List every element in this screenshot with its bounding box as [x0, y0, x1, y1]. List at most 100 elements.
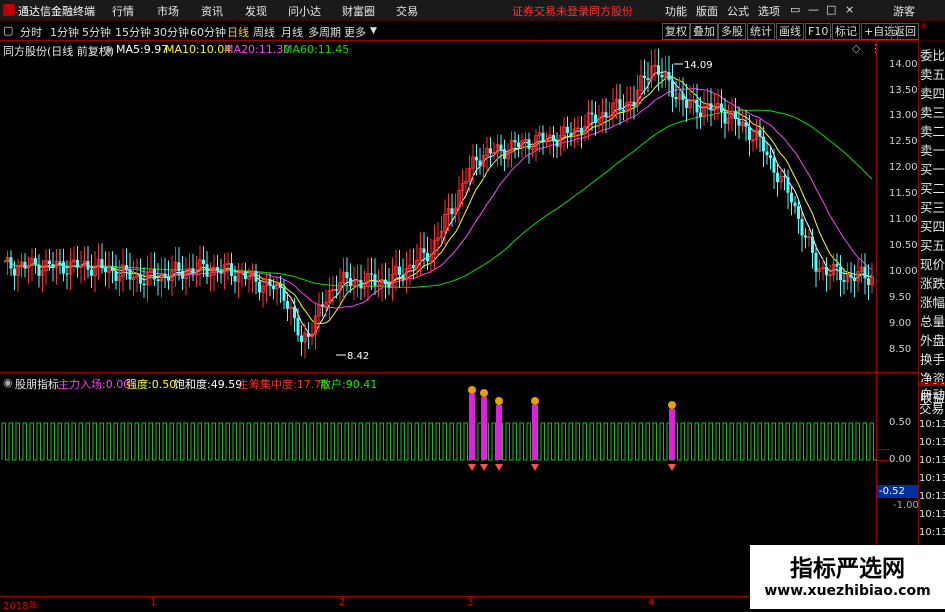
- candle-body: [230, 263, 233, 276]
- candle-body: [513, 140, 517, 143]
- candle-body: [65, 273, 69, 275]
- candle-body: [646, 78, 650, 80]
- trade-time: 10:13: [919, 491, 945, 502]
- signal-bar: [669, 409, 675, 460]
- candle-body: [489, 148, 492, 154]
- candle-body: [797, 206, 800, 219]
- signal-bar: [469, 394, 475, 460]
- candle-body: [657, 65, 660, 75]
- quote-label-buy4: 买四: [920, 219, 945, 234]
- y-tick: 12.00: [889, 162, 918, 173]
- ind-y-tick: 0.50: [889, 417, 912, 428]
- candle-body: [307, 333, 310, 337]
- signal-bar: [532, 405, 538, 460]
- money-bag-icon: [468, 386, 476, 394]
- candle-body: [800, 218, 804, 236]
- low-price-label: 8.42: [347, 351, 369, 362]
- trade-time: 10:13: [919, 437, 945, 448]
- quote-label-sell2: 卖二: [920, 124, 945, 139]
- candle-body: [142, 283, 146, 286]
- candle-body: [282, 287, 286, 301]
- candle-body: [475, 156, 478, 161]
- candle-body: [254, 271, 258, 282]
- ma-line: [3, 75, 873, 325]
- candle-body: [370, 273, 373, 275]
- candle-body: [398, 266, 401, 275]
- candle-body: [412, 265, 415, 269]
- auto-trade-label-2[interactable]: 交易: [919, 398, 944, 417]
- quote-label-change: 涨跌: [920, 276, 945, 291]
- candle-body: [191, 268, 195, 274]
- ind-y-tick: -1.00: [893, 500, 919, 511]
- quote-label-buy1: 买一: [920, 162, 945, 177]
- candle-body: [321, 304, 324, 307]
- candle-body: [100, 259, 104, 268]
- candle-body: [373, 274, 377, 286]
- quote-label-price: 现价: [920, 257, 945, 272]
- candle-body: [667, 72, 671, 81]
- candle-body: [62, 261, 65, 274]
- candle-body: [349, 278, 352, 286]
- candle-body: [618, 99, 622, 110]
- candle-body: [216, 267, 219, 271]
- candle-body: [685, 99, 688, 108]
- current-value-badge: -0.52: [877, 485, 919, 498]
- y-tick: 11.00: [889, 214, 918, 225]
- gem-icon: [468, 464, 476, 471]
- candle-body: [177, 262, 181, 271]
- candle-body: [156, 279, 160, 282]
- candle-body: [499, 144, 503, 150]
- candle-body: [202, 259, 205, 265]
- candle-body: [867, 278, 870, 285]
- signal-bar: [496, 405, 502, 460]
- indicator-wave: [1, 422, 877, 461]
- candle-body: [849, 274, 853, 278]
- candle-body: [671, 80, 674, 98]
- candle-body: [401, 274, 405, 279]
- candle-body: [555, 141, 559, 147]
- y-tick: 10.50: [889, 240, 918, 251]
- candle-body: [569, 132, 573, 137]
- candle-body: [13, 268, 16, 276]
- candle-body: [139, 275, 142, 284]
- candle-body: [51, 264, 55, 268]
- quote-label-turnover: 换手: [920, 352, 945, 367]
- candle-body: [478, 160, 482, 167]
- candle-body: [839, 266, 842, 281]
- y-tick: 13.50: [889, 85, 918, 96]
- candle-body: [590, 112, 594, 115]
- y-tick: 13.00: [889, 110, 918, 121]
- candle-body: [9, 257, 13, 269]
- candle-body: [762, 136, 765, 152]
- candle-body: [709, 103, 713, 111]
- candle-body: [128, 269, 132, 280]
- quote-label-volume: 总量: [920, 314, 945, 329]
- ma-line: [3, 87, 873, 309]
- y-tick: 9.50: [889, 292, 912, 303]
- candle-body: [48, 260, 51, 265]
- level2-icon: Ⓡ: [920, 22, 928, 31]
- watermark-title: 指标严选网: [790, 556, 905, 582]
- chart-canvas[interactable]: 14.09 8.42: [0, 0, 918, 609]
- watermark: 指标严选网 www.xuezhibiao.com: [750, 545, 945, 609]
- candle-body: [205, 264, 209, 277]
- y-tick: 14.00: [889, 59, 918, 70]
- candle-body: [293, 307, 296, 319]
- candle-body: [219, 270, 223, 274]
- signal-bar: [481, 397, 487, 460]
- candle-body: [384, 279, 387, 285]
- candle-body: [842, 280, 846, 282]
- candle-body: [125, 265, 128, 270]
- money-bag-icon: [668, 401, 676, 409]
- candle-body: [660, 74, 664, 78]
- candle-body: [268, 279, 272, 286]
- y-tick: 11.50: [889, 188, 918, 199]
- candle-body: [181, 270, 184, 279]
- y-tick: 12.50: [889, 136, 918, 147]
- candle-body: [758, 129, 762, 137]
- money-bag-icon: [480, 389, 488, 397]
- candle-body: [37, 264, 41, 276]
- candle-body: [114, 271, 118, 281]
- candle-body: [786, 177, 790, 193]
- candle-body: [286, 300, 289, 309]
